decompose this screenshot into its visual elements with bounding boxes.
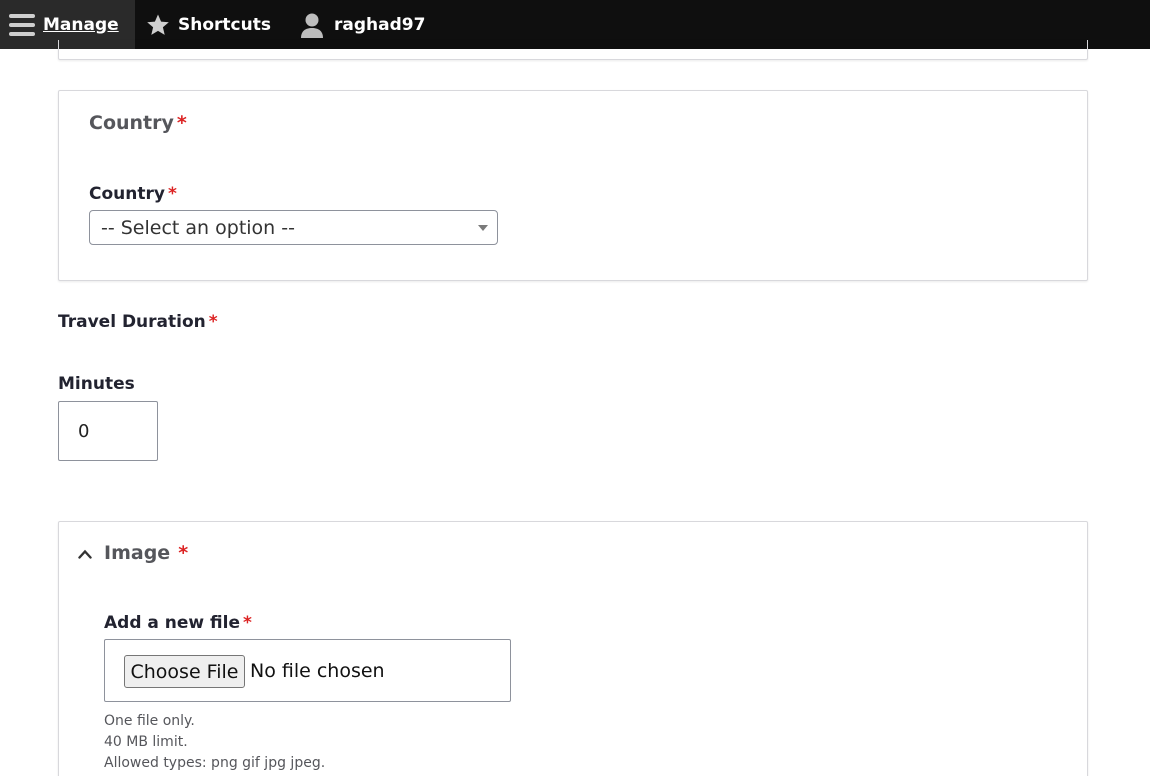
required-marker: * xyxy=(178,542,189,564)
file-description-count: One file only. xyxy=(104,713,195,729)
minutes-value: 0 xyxy=(78,420,90,442)
manage-label: Manage xyxy=(43,14,119,35)
file-description-size: 40 MB limit. xyxy=(104,734,188,750)
choose-file-button[interactable]: Choose File xyxy=(124,655,245,688)
country-select-value: -- Select an option -- xyxy=(101,216,295,239)
country-field-label-text: Country xyxy=(89,184,165,204)
file-status: No file chosen xyxy=(250,660,385,682)
user-label: raghad97 xyxy=(334,14,426,35)
country-fieldset: Country * Country * -- Select an option -- xyxy=(58,90,1088,281)
travel-duration-label-text: Travel Duration xyxy=(58,312,206,332)
required-marker: * xyxy=(243,613,252,633)
country-legend: Country * xyxy=(89,112,187,134)
required-marker: * xyxy=(167,184,177,204)
chevron-up-icon[interactable] xyxy=(78,547,92,561)
add-file-label: Add a new file * xyxy=(104,613,252,633)
country-select[interactable]: -- Select an option -- xyxy=(89,210,498,245)
travel-duration-label: Travel Duration * xyxy=(58,312,218,332)
user-icon xyxy=(301,13,323,38)
hamburger-icon xyxy=(9,13,35,36)
image-legend-text: Image xyxy=(104,542,171,564)
file-description-types: Allowed types: png gif jpg jpeg. xyxy=(104,755,326,771)
country-field-label: Country * xyxy=(89,184,177,204)
required-marker: * xyxy=(208,312,218,332)
star-icon xyxy=(147,14,169,35)
file-input[interactable]: Choose File No file chosen xyxy=(104,639,511,702)
country-legend-text: Country xyxy=(89,112,174,134)
required-marker: * xyxy=(176,112,187,134)
previous-fieldset xyxy=(58,40,1088,60)
minutes-label: Minutes xyxy=(58,374,135,394)
add-file-label-text: Add a new file xyxy=(104,613,241,633)
image-legend[interactable]: Image * xyxy=(104,542,188,564)
image-fieldset: Image * Add a new file * Choose File No fi… xyxy=(58,521,1088,776)
chevron-down-icon xyxy=(478,225,488,231)
minutes-input[interactable]: 0 xyxy=(58,401,158,461)
shortcuts-label: Shortcuts xyxy=(178,14,271,35)
